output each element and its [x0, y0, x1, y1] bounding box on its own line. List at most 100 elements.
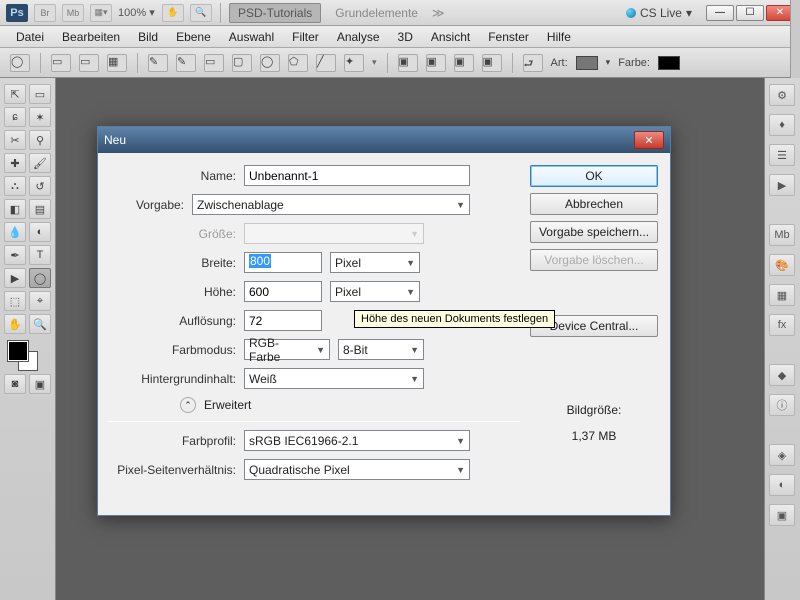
width-unit-combo[interactable]: Pixel▼: [330, 252, 420, 273]
lasso-tool-icon[interactable]: ɕ: [4, 107, 26, 127]
screenmode-button[interactable]: ▦▾: [90, 4, 112, 22]
screen-mode-icon[interactable]: ▣: [29, 374, 51, 394]
workspace-tab-grundelemente[interactable]: Grundelemente: [327, 4, 426, 22]
brushes-panel-icon[interactable]: ♦: [769, 114, 795, 136]
dodge-tool-icon[interactable]: ◐: [29, 222, 51, 242]
advanced-label[interactable]: Erweitert: [204, 398, 251, 412]
eyedropper-tool-icon[interactable]: ⚲: [29, 130, 51, 150]
workspace-overflow-icon[interactable]: ≫: [432, 6, 445, 20]
move-tool-icon[interactable]: ⇱: [4, 84, 26, 104]
menu-auswahl[interactable]: Auswahl: [221, 28, 282, 46]
pathop-sub-icon[interactable]: ▣: [426, 54, 446, 72]
ellipse-shape-icon[interactable]: ◯: [260, 54, 280, 72]
gradient-tool-icon[interactable]: ▤: [29, 199, 51, 219]
styles-panel-icon[interactable]: fx: [769, 314, 795, 336]
tool-preset-icon[interactable]: ◯: [10, 54, 30, 72]
menu-ansicht[interactable]: Ansicht: [423, 28, 478, 46]
menu-bild[interactable]: Bild: [130, 28, 166, 46]
pathop-xor-icon[interactable]: ▣: [482, 54, 502, 72]
colorprofile-combo[interactable]: sRGB IEC61966-2.1▼: [244, 430, 470, 451]
polygon-shape-icon[interactable]: ⬠: [288, 54, 308, 72]
magicwand-tool-icon[interactable]: ✶: [29, 107, 51, 127]
stamp-tool-icon[interactable]: ⛬: [4, 176, 26, 196]
info-panel-icon[interactable]: ⓘ: [769, 394, 795, 416]
dialog-titlebar[interactable]: Neu ✕: [98, 127, 670, 153]
3d-tool-icon[interactable]: ⬚: [4, 291, 26, 311]
save-preset-button[interactable]: Vorgabe speichern...: [530, 221, 658, 243]
3d-camera-icon[interactable]: ⌖: [29, 291, 51, 311]
window-minimize-button[interactable]: —: [706, 5, 734, 21]
adjustments-panel-icon[interactable]: ⚙: [769, 84, 795, 106]
name-input[interactable]: [244, 165, 470, 186]
custom-shape-icon[interactable]: ✦: [344, 54, 364, 72]
link-icon[interactable]: ⮐: [523, 54, 543, 72]
swatches-panel-icon[interactable]: ▦: [769, 284, 795, 306]
shape-layers-icon[interactable]: ▭: [51, 54, 71, 72]
freeform-pen-icon[interactable]: ✎: [176, 54, 196, 72]
eraser-tool-icon[interactable]: ◧: [4, 199, 26, 219]
bitdepth-combo[interactable]: 8-Bit▼: [338, 339, 424, 360]
navigator-panel-icon[interactable]: ◆: [769, 364, 795, 386]
pathop-int-icon[interactable]: ▣: [454, 54, 474, 72]
shape-options-caret-icon[interactable]: ▾: [372, 57, 377, 68]
advanced-toggle-icon[interactable]: ⌃: [180, 397, 196, 413]
menu-fenster[interactable]: Fenster: [480, 28, 537, 46]
ok-button[interactable]: OK: [530, 165, 658, 187]
menu-3d[interactable]: 3D: [390, 28, 421, 46]
layers-panel-icon[interactable]: ◈: [769, 444, 795, 466]
width-input[interactable]: 800: [244, 252, 322, 273]
color-panel-icon[interactable]: 🎨: [769, 254, 795, 276]
window-maximize-button[interactable]: ☐: [736, 5, 764, 21]
dialog-close-button[interactable]: ✕: [634, 131, 664, 149]
zoom-tool-icon[interactable]: 🔍: [29, 314, 51, 334]
quickmask-icon[interactable]: ◙: [4, 374, 26, 394]
menu-datei[interactable]: Datei: [8, 28, 52, 46]
workspace-tab-psdtutorials[interactable]: PSD-Tutorials: [229, 3, 321, 23]
rectangle-shape-icon[interactable]: ▭: [204, 54, 224, 72]
marquee-tool-icon[interactable]: ▭: [29, 84, 51, 104]
history-brush-icon[interactable]: ↺: [29, 176, 51, 196]
pixelratio-combo[interactable]: Quadratische Pixel▼: [244, 459, 470, 480]
line-shape-icon[interactable]: ╱: [316, 54, 336, 72]
color-swatch[interactable]: [658, 56, 680, 70]
blur-tool-icon[interactable]: 💧: [4, 222, 26, 242]
paths-panel-icon[interactable]: ▣: [769, 504, 795, 526]
bgcontent-combo[interactable]: Weiß▼: [244, 368, 424, 389]
minibridge-panel-icon[interactable]: Mb: [769, 224, 795, 246]
fgbg-swatch[interactable]: [8, 341, 46, 371]
crop-tool-icon[interactable]: ✂: [4, 130, 26, 150]
channels-panel-icon[interactable]: ◐: [769, 474, 795, 496]
bridge-button[interactable]: Br: [34, 4, 56, 22]
resolution-input[interactable]: [244, 310, 322, 331]
cs-live-button[interactable]: CS Live ▾: [626, 6, 692, 20]
roundrect-shape-icon[interactable]: ▢: [232, 54, 252, 72]
ellipse-tool-icon[interactable]: ◯: [29, 268, 51, 288]
zoom-level[interactable]: 100% ▾: [118, 6, 156, 19]
pathop-add-icon[interactable]: ▣: [398, 54, 418, 72]
path-select-icon[interactable]: ▶: [4, 268, 26, 288]
menu-hilfe[interactable]: Hilfe: [539, 28, 579, 46]
zoom-tool-icon[interactable]: 🔍: [190, 4, 212, 22]
menu-bearbeiten[interactable]: Bearbeiten: [54, 28, 128, 46]
history-panel-icon[interactable]: ☰: [769, 144, 795, 166]
healing-tool-icon[interactable]: ✚: [4, 153, 26, 173]
colormode-combo[interactable]: RGB-Farbe▼: [244, 339, 330, 360]
foreground-color-swatch[interactable]: [8, 341, 28, 361]
cancel-button[interactable]: Abbrechen: [530, 193, 658, 215]
fill-pixels-icon[interactable]: ▦: [107, 54, 127, 72]
brush-tool-icon[interactable]: 🖌: [29, 153, 51, 173]
actions-panel-icon[interactable]: ▶: [769, 174, 795, 196]
type-tool-icon[interactable]: T: [29, 245, 51, 265]
pen-icon[interactable]: ✎: [148, 54, 168, 72]
height-unit-combo[interactable]: Pixel▼: [330, 281, 420, 302]
hand-tool-icon[interactable]: ✋: [4, 314, 26, 334]
pen-tool-icon[interactable]: ✒: [4, 245, 26, 265]
minibridge-button[interactable]: Mb: [62, 4, 84, 22]
menu-filter[interactable]: Filter: [284, 28, 327, 46]
paths-icon[interactable]: ▭: [79, 54, 99, 72]
menu-analyse[interactable]: Analyse: [329, 28, 388, 46]
style-swatch[interactable]: [576, 56, 598, 70]
height-input[interactable]: [244, 281, 322, 302]
hand-tool-icon[interactable]: ✋: [162, 4, 184, 22]
preset-combo[interactable]: Zwischenablage▼: [192, 194, 470, 215]
